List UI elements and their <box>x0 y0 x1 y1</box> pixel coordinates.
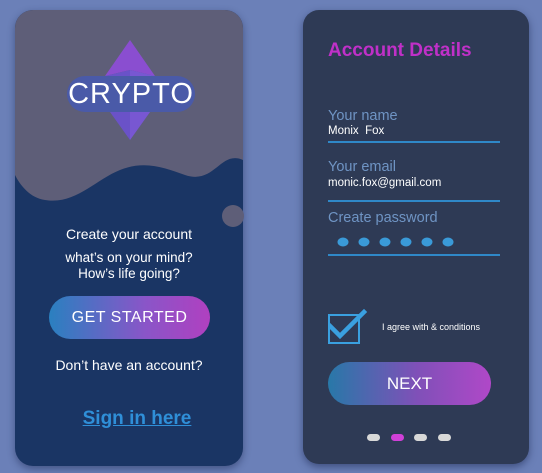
get-started-button[interactable]: GET STARTED <box>49 296 210 339</box>
terms-label: I agree with & conditions <box>382 322 481 332</box>
create-account-heading: Create your account <box>65 226 193 242</box>
account-details-screen: Account Details Your name Monix Fox Your… <box>303 10 529 464</box>
check-mark-icon <box>328 308 368 340</box>
password-dot <box>358 237 370 247</box>
name-field-label: Your name <box>328 108 398 124</box>
edge-circle-decoration <box>222 205 244 227</box>
account-details-title: Account Details <box>328 40 472 61</box>
tagline-line-1: what’s on your mind? <box>65 250 193 265</box>
password-field-underline <box>328 254 500 256</box>
password-dot <box>379 237 391 247</box>
password-dot <box>421 237 433 247</box>
brand-name: CRYPTO <box>67 76 195 112</box>
welcome-screen: CRYPTO Create your account what’s on you… <box>15 10 243 466</box>
no-account-text: Don’t have an account? <box>55 357 203 373</box>
terms-checkbox[interactable] <box>328 308 368 344</box>
page-dot[interactable] <box>414 434 427 441</box>
email-input[interactable]: monic.fox@gmail.com <box>328 177 441 189</box>
name-field-underline <box>328 141 500 143</box>
next-button[interactable]: NEXT <box>328 362 491 405</box>
page-dot[interactable] <box>367 434 380 441</box>
sign-in-link[interactable]: Sign in here <box>15 408 243 430</box>
name-input[interactable]: Monix Fox <box>328 125 384 137</box>
page-dot-active[interactable] <box>390 434 404 441</box>
password-dot <box>442 237 454 247</box>
tagline-line-2: How’s life going? <box>78 266 180 281</box>
email-field-label: Your email <box>328 159 396 175</box>
page-dot[interactable] <box>437 434 451 441</box>
email-field-underline <box>328 200 500 202</box>
page-indicator <box>367 434 461 452</box>
password-dot <box>337 237 349 247</box>
password-input[interactable] <box>337 236 457 248</box>
password-dot <box>400 237 412 247</box>
password-field-label: Create password <box>328 210 438 226</box>
